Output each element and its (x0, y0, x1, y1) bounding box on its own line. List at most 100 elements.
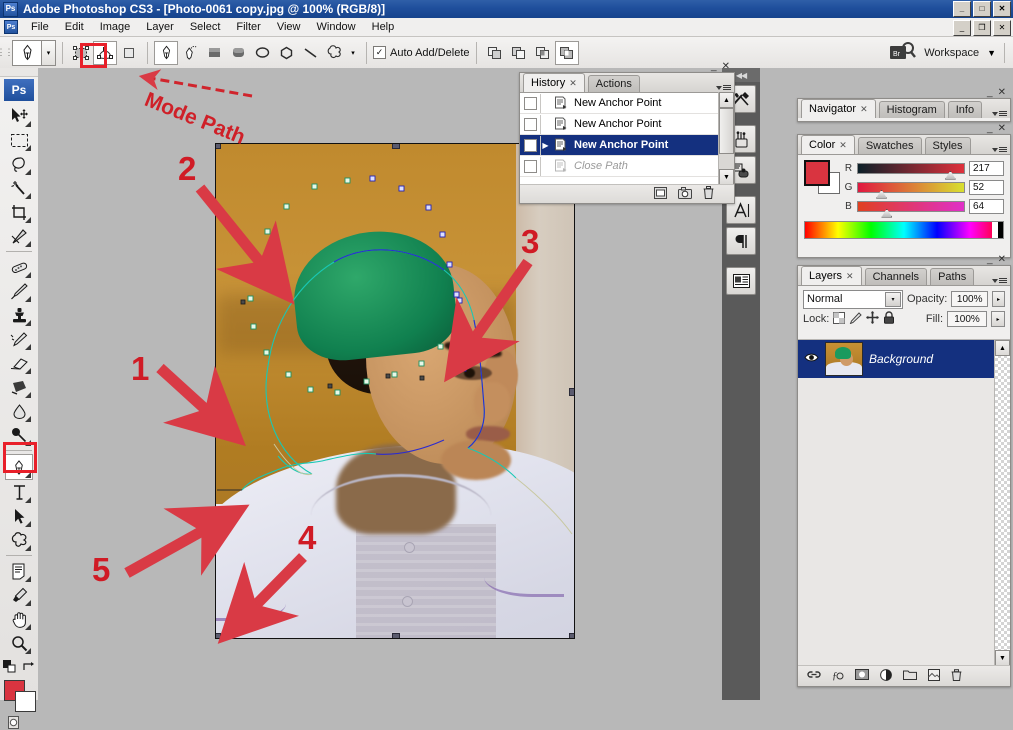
tool-eraser[interactable] (6, 351, 32, 375)
workspace-label[interactable]: Workspace (924, 47, 979, 59)
blend-mode-select[interactable]: Normal ▾ (803, 289, 903, 309)
layer-row-background[interactable]: Background (798, 340, 1010, 378)
new-fill-adjustment-icon[interactable] (880, 668, 892, 684)
menu-file[interactable]: File (23, 19, 57, 35)
color-panel-menu-icon[interactable] (992, 147, 1007, 152)
quick-mask-icon[interactable] (6, 714, 32, 730)
line-tool-button[interactable] (298, 41, 322, 65)
menu-help[interactable]: Help (364, 19, 403, 35)
history-close-button[interactable]: ✕ (722, 61, 730, 72)
document-minimize-button[interactable]: _ (953, 20, 971, 36)
close-icon[interactable]: ✕ (860, 104, 868, 115)
menu-edit[interactable]: Edit (57, 19, 92, 35)
polygon-tool-button[interactable] (274, 41, 298, 65)
tab-swatches[interactable]: Swatches (857, 137, 922, 154)
history-minimize-button[interactable]: _ (711, 61, 717, 72)
r-slider-thumb[interactable] (944, 170, 956, 180)
add-to-path-area-button[interactable] (483, 41, 507, 65)
close-icon[interactable]: ✕ (569, 78, 577, 89)
r-value-field[interactable]: 217 (969, 160, 1004, 176)
menu-filter[interactable]: Filter (228, 19, 268, 35)
default-colors-icon[interactable] (3, 660, 16, 676)
bridge-button[interactable]: Br (890, 41, 917, 64)
exclude-overlapping-path-areas-button[interactable] (554, 40, 579, 65)
history-scroll-up-button[interactable]: ▲ (719, 92, 734, 108)
tool-dodge[interactable] (6, 423, 32, 447)
color-spectrum-ramp[interactable] (804, 221, 1004, 239)
tool-slice[interactable] (6, 224, 32, 248)
history-panel-menu-icon[interactable] (716, 85, 731, 90)
tool-preset-picker[interactable] (12, 39, 42, 66)
tab-navigator[interactable]: Navigator ✕ (801, 99, 876, 118)
history-row[interactable]: New Anchor Point (520, 114, 719, 135)
opacity-stepper[interactable]: ▸ (992, 291, 1005, 307)
new-layer-icon[interactable] (928, 668, 940, 684)
layer-mask-icon[interactable] (855, 669, 869, 683)
history-row[interactable]: New Anchor Point (520, 93, 719, 114)
fill-value[interactable]: 100% (947, 311, 987, 327)
color-slider-b[interactable]: B 64 (844, 198, 1004, 218)
layer-comps-icon[interactable] (726, 267, 756, 295)
tool-pen[interactable] (5, 454, 33, 480)
layers-scrollbar[interactable]: ▲ ▼ (994, 340, 1010, 666)
tool-zoom[interactable] (6, 631, 32, 655)
menu-window[interactable]: Window (309, 19, 364, 35)
history-scrollbar[interactable]: ▲ ▼ (718, 92, 734, 185)
color-minimize-button[interactable]: _ (987, 123, 993, 134)
navigator-close-button[interactable]: ✕ (998, 87, 1006, 98)
history-snapshot-checkbox[interactable] (520, 114, 541, 134)
tool-rectangular-marquee[interactable] (6, 128, 32, 152)
layers-scroll-down-button[interactable]: ▼ (995, 650, 1010, 666)
layers-minimize-button[interactable]: _ (987, 254, 993, 265)
paragraph-icon[interactable] (726, 227, 756, 255)
maximize-button[interactable]: □ (973, 1, 991, 17)
delete-layer-icon[interactable] (951, 668, 962, 684)
tab-actions[interactable]: Actions (587, 75, 640, 92)
tab-histogram[interactable]: Histogram (878, 101, 945, 118)
tool-magic-wand[interactable] (6, 176, 32, 200)
g-slider-thumb[interactable] (876, 189, 888, 199)
lock-all-icon[interactable] (883, 311, 895, 327)
custom-shape-tool-button[interactable] (322, 41, 346, 65)
tab-styles[interactable]: Styles (924, 137, 971, 154)
rectangle-tool-button[interactable] (202, 41, 226, 65)
layers-panel-menu-icon[interactable] (992, 278, 1007, 283)
menu-view[interactable]: View (269, 19, 309, 35)
tool-move[interactable] (6, 104, 32, 128)
new-document-from-state-icon[interactable] (654, 186, 667, 202)
g-value-field[interactable]: 52 (969, 179, 1004, 195)
pen-tool-button[interactable] (154, 40, 178, 65)
tab-channels[interactable]: Channels (864, 268, 928, 285)
tool-hand[interactable] (6, 607, 32, 631)
intersect-path-areas-button[interactable] (531, 41, 555, 65)
tool-preset-caret-icon[interactable]: ▾ (42, 39, 56, 66)
fill-pixels-mode-button[interactable] (117, 41, 141, 65)
tool-history-brush[interactable] (6, 327, 32, 351)
layers-list[interactable]: Background ▲ ▼ (798, 339, 1010, 666)
eye-icon[interactable] (804, 352, 819, 366)
canvas-handle-bottom-center[interactable] (392, 633, 400, 638)
history-snapshot-checkbox[interactable] (520, 156, 541, 176)
history-panel[interactable]: _ ✕ History ✕ Actions New Anchor Point N… (519, 61, 735, 204)
menu-select[interactable]: Select (182, 19, 229, 35)
tool-notes[interactable] (6, 559, 32, 583)
g-slider-track[interactable] (857, 181, 965, 199)
layer-thumbnail[interactable] (825, 342, 863, 376)
layer-name[interactable]: Background (869, 352, 933, 366)
tool-eyedropper[interactable] (6, 583, 32, 607)
tool-lasso[interactable] (6, 152, 32, 176)
swap-colors-icon[interactable] (22, 661, 35, 676)
history-scroll-thumb[interactable] (719, 108, 734, 154)
tool-horizontal-type[interactable] (6, 480, 32, 504)
close-icon[interactable]: ✕ (846, 271, 854, 282)
tool-brush[interactable] (6, 279, 32, 303)
ellipse-tool-button[interactable] (250, 41, 274, 65)
close-icon[interactable]: ✕ (839, 140, 847, 151)
layer-style-icon[interactable]: ƒ (832, 669, 844, 684)
tool-crop[interactable] (6, 200, 32, 224)
close-button[interactable]: ✕ (993, 1, 1011, 17)
canvas-handle-top-center[interactable] (392, 144, 400, 149)
navigator-panel-menu-icon[interactable] (992, 111, 1007, 116)
tab-info[interactable]: Info (947, 101, 983, 118)
canvas-handle-top-left[interactable] (216, 144, 221, 149)
